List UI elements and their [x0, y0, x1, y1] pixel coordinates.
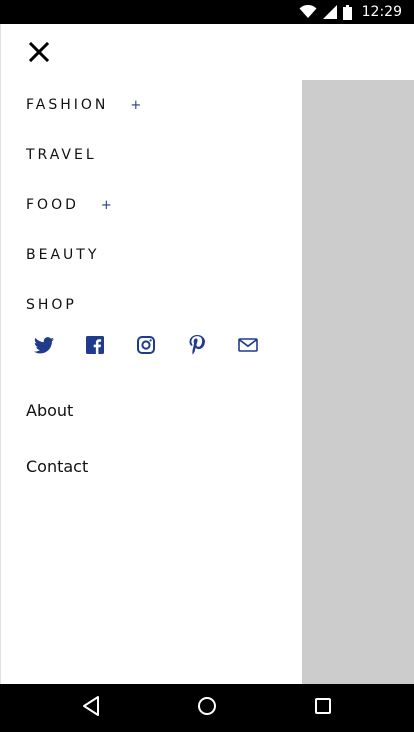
nav-item-label: BEAUTY: [26, 247, 100, 263]
home-icon: [197, 696, 217, 720]
battery-icon: [342, 4, 352, 20]
status-bar: 12:29: [0, 0, 414, 24]
nav-item-travel[interactable]: TRAVEL: [26, 130, 141, 180]
nav-item-food[interactable]: FOOD +: [26, 180, 141, 230]
nav-item-beauty[interactable]: BEAUTY: [26, 230, 141, 280]
pinterest-icon[interactable]: [186, 334, 208, 356]
signal-icon: [322, 5, 337, 19]
recents-icon: [314, 697, 332, 719]
contact-link[interactable]: Contact: [26, 452, 88, 480]
nav-item-label: FOOD: [26, 197, 79, 213]
mail-icon[interactable]: [237, 334, 259, 356]
about-link[interactable]: About: [26, 396, 88, 424]
nav-item-shop[interactable]: SHOP: [26, 280, 141, 330]
close-icon: [28, 41, 50, 66]
expand-plus-icon[interactable]: +: [130, 98, 141, 113]
drawer-scrim[interactable]: [301, 80, 414, 684]
navigation-drawer: FASHION + TRAVEL FOOD + BEAUTY SHOP Abou…: [0, 24, 302, 684]
home-button[interactable]: [195, 696, 219, 720]
expand-plus-icon[interactable]: +: [101, 198, 112, 213]
nav-item-fashion[interactable]: FASHION +: [26, 80, 141, 130]
facebook-icon[interactable]: [84, 334, 106, 356]
nav-item-label: TRAVEL: [26, 147, 97, 163]
status-time: 12:29: [361, 4, 402, 20]
wifi-icon: [299, 5, 317, 19]
status-icons: 12:29: [299, 0, 402, 24]
twitter-icon[interactable]: [33, 334, 55, 356]
nav-list: FASHION + TRAVEL FOOD + BEAUTY SHOP: [26, 80, 141, 330]
system-nav-bar: [0, 684, 414, 732]
instagram-icon[interactable]: [135, 334, 157, 356]
nav-item-label: FASHION: [26, 97, 109, 113]
back-button[interactable]: [79, 696, 103, 720]
secondary-links: About Contact: [26, 396, 88, 508]
screen: 12:29 FASHION + TRAVEL FOOD + BEAUTY SHO…: [0, 0, 414, 732]
recents-button[interactable]: [311, 696, 335, 720]
nav-item-label: SHOP: [26, 297, 77, 313]
social-links: [33, 334, 259, 356]
back-icon: [81, 695, 101, 721]
close-button[interactable]: [23, 38, 55, 70]
